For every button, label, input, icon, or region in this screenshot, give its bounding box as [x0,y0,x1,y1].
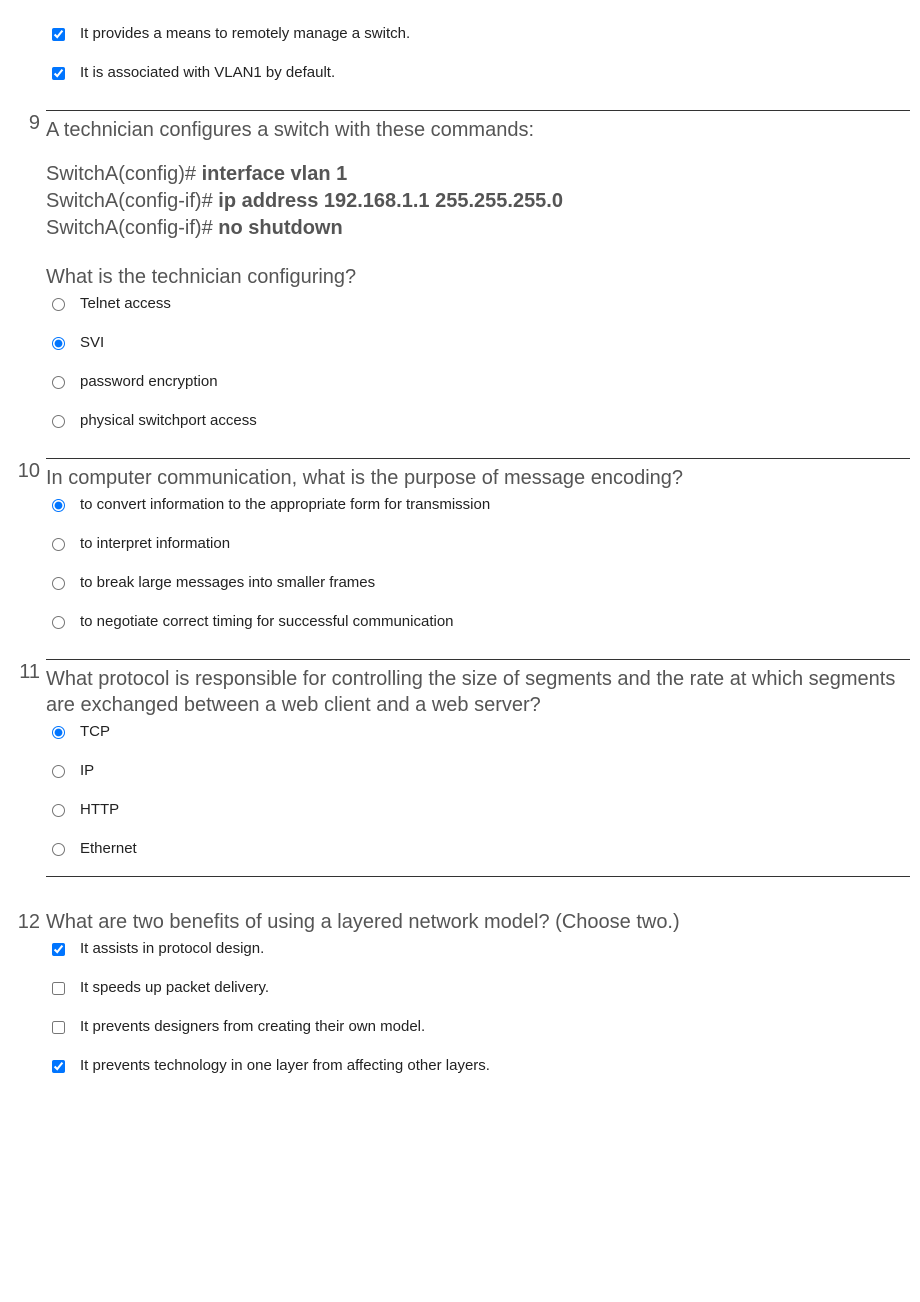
option-label: to interpret information [80,534,230,554]
option-label: SVI [80,333,104,353]
question-prompt-followup: What is the technician configuring? [46,264,910,290]
option-row: IP [46,761,910,782]
checkbox-option[interactable] [52,982,65,995]
checkbox-option[interactable] [52,1060,65,1073]
option-label: TCP [80,722,110,742]
checkbox-option[interactable] [52,67,65,80]
option-label: password encryption [80,372,218,392]
radio-option[interactable] [52,538,65,551]
option-row: physical switchport access [46,411,910,432]
option-label: It is associated with VLAN1 by default. [80,63,335,83]
option-label: It provides a means to remotely manage a… [80,24,410,44]
option-row: to negotiate correct timing for successf… [46,612,910,633]
radio-option[interactable] [52,298,65,311]
question-tail: It provides a means to remotely manage a… [10,20,910,102]
option-row: HTTP [46,800,910,821]
question-code-block: SwitchA(config)# interface vlan 1 Switch… [46,161,910,242]
question-number-empty [10,20,46,102]
option-row: to break large messages into smaller fra… [46,573,910,594]
question-body: What protocol is responsible for control… [46,659,910,877]
option-row: Ethernet [46,839,910,860]
option-label: Telnet access [80,294,171,314]
radio-option[interactable] [52,577,65,590]
option-row: TCP [46,722,910,743]
option-label: It assists in protocol design. [80,939,264,959]
checkbox-option[interactable] [52,1021,65,1034]
question-12: 12 What are two benefits of using a laye… [10,909,910,1095]
option-label: It prevents technology in one layer from… [80,1056,490,1076]
option-label: It prevents designers from creating thei… [80,1017,425,1037]
radio-option[interactable] [52,415,65,428]
option-row: to interpret information [46,534,910,555]
option-label: HTTP [80,800,119,820]
checkbox-option[interactable] [52,28,65,41]
option-row: It prevents technology in one layer from… [46,1056,910,1077]
radio-option[interactable] [52,376,65,389]
option-label: IP [80,761,94,781]
radio-option[interactable] [52,616,65,629]
radio-option[interactable] [52,804,65,817]
question-prompt: What are two benefits of using a layered… [46,909,910,935]
option-row: It assists in protocol design. [46,939,910,960]
question-number: 11 [10,659,46,877]
option-input-wrap [46,24,80,45]
radio-option[interactable] [52,765,65,778]
option-label: It speeds up packet delivery. [80,978,269,998]
question-10: 10 In computer communication, what is th… [10,458,910,651]
option-row: to convert information to the appropriat… [46,495,910,516]
option-label: Ethernet [80,839,137,859]
option-row: It prevents designers from creating thei… [46,1017,910,1038]
question-prompt: In computer communication, what is the p… [46,465,910,491]
question-prompt-intro: A technician configures a switch with th… [46,117,910,143]
radio-option[interactable] [52,499,65,512]
question-11: 11 What protocol is responsible for cont… [10,659,910,877]
option-label: to break large messages into smaller fra… [80,573,375,593]
option-row: It is associated with VLAN1 by default. [46,63,910,84]
option-row: It provides a means to remotely manage a… [46,24,910,45]
radio-option[interactable] [52,843,65,856]
option-input-wrap [46,63,80,84]
radio-option[interactable] [52,726,65,739]
question-body: A technician configures a switch with th… [46,110,910,450]
option-row: Telnet access [46,294,910,315]
option-row: It speeds up packet delivery. [46,978,910,999]
checkbox-option[interactable] [52,943,65,956]
question-number: 10 [10,458,46,651]
radio-option[interactable] [52,337,65,350]
option-row: SVI [46,333,910,354]
option-label: to negotiate correct timing for successf… [80,612,454,632]
option-label: to convert information to the appropriat… [80,495,490,515]
question-number: 9 [10,110,46,450]
question-body: What are two benefits of using a layered… [46,909,910,1095]
option-label: physical switchport access [80,411,257,431]
option-row: password encryption [46,372,910,393]
question-prompt: What protocol is responsible for control… [46,666,910,718]
question-number: 12 [10,909,46,1095]
question-body: In computer communication, what is the p… [46,458,910,651]
question-9: 9 A technician configures a switch with … [10,110,910,450]
